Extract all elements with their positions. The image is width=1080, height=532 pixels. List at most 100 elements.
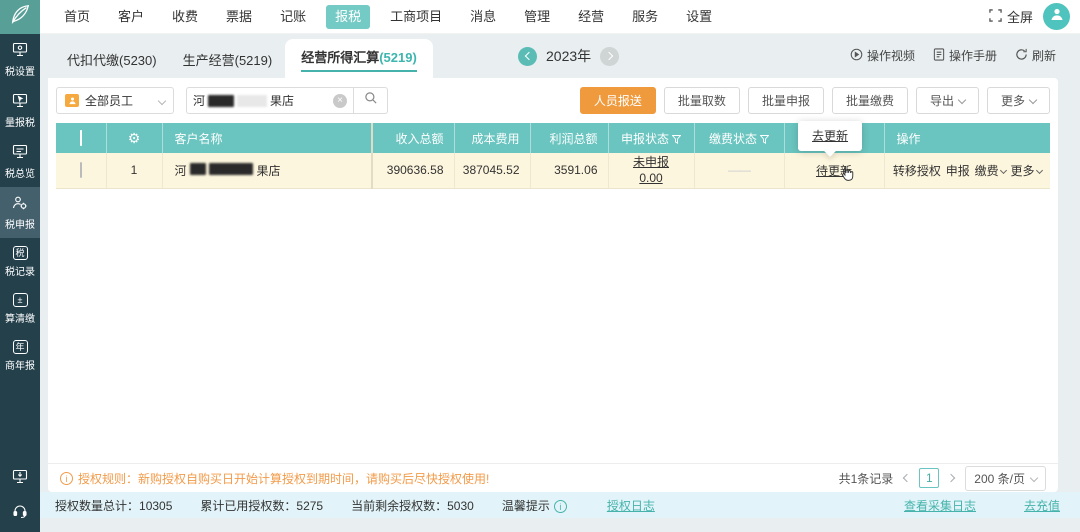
tab-operating-income-settlement[interactable]: 经营所得汇算(5219): [285, 39, 433, 78]
nav-item-settings[interactable]: 设置: [672, 0, 726, 34]
tab-production-operation[interactable]: 生产经营(5219): [170, 41, 286, 78]
nav-item-bookkeeping[interactable]: 记账: [266, 0, 320, 34]
monitor-download-icon[interactable]: [12, 469, 28, 489]
nav-item-tax-active[interactable]: 报税: [326, 4, 371, 29]
year-navigator: 2023年: [518, 46, 620, 66]
fullscreen-icon: [989, 8, 1002, 25]
redacted-text: [208, 94, 235, 107]
select-all-checkbox[interactable]: [79, 130, 82, 146]
gear-icon[interactable]: ⚙: [128, 130, 141, 146]
nav-item-invoices[interactable]: 票据: [212, 0, 266, 34]
sidebar-item-annual-report[interactable]: 年 商年报: [0, 332, 40, 379]
page-number[interactable]: 1: [919, 468, 940, 488]
pay-dropdown-link[interactable]: 缴费: [975, 162, 1007, 179]
recharge-link[interactable]: 去充值: [1024, 497, 1060, 514]
next-year-button[interactable]: [600, 46, 620, 66]
monitor-cursor-icon: [12, 93, 28, 111]
user-avatar[interactable]: [1043, 3, 1070, 30]
nav-item-customers[interactable]: 客户: [104, 0, 158, 34]
sidebar-item-batch-tax[interactable]: 量报税: [0, 85, 40, 136]
nav-item-messages[interactable]: 消息: [456, 0, 510, 34]
calculator-icon: ±: [12, 293, 28, 307]
sidebar-item-tax-settings[interactable]: 税设置: [0, 34, 40, 85]
refresh-button[interactable]: 刷新: [1015, 47, 1056, 64]
sidebar-item-tax-declare[interactable]: 税申报: [0, 187, 40, 238]
info-icon: i: [60, 471, 73, 485]
filter-funnel-icon[interactable]: [759, 133, 770, 147]
operation-video-link[interactable]: 操作视频: [850, 47, 915, 64]
nav-item-fees[interactable]: 收费: [158, 0, 212, 34]
left-sidebar: 税设置 量报税 税总览 税申报 税 税记录 ± 算清缴 年 商年报: [0, 34, 40, 532]
row-index: 1: [106, 153, 163, 189]
authorization-notice: i 授权规则：新购授权自购买日开始计算授权到期时间，请购买后尽快授权使用!: [60, 470, 489, 487]
nav-item-home[interactable]: 首页: [50, 0, 104, 34]
export-button[interactable]: 导出: [915, 87, 979, 114]
declare-amount-link[interactable]: 0.00: [609, 170, 694, 186]
transfer-authorization-link[interactable]: 转移授权: [893, 162, 941, 179]
profit-cell: 3591.06: [530, 153, 609, 189]
operation-manual-link[interactable]: 操作手册: [933, 47, 997, 64]
feather-icon: [9, 3, 31, 30]
row-checkbox[interactable]: [79, 162, 82, 179]
income-cell: 390636.58: [372, 153, 455, 189]
filter-funnel-icon[interactable]: [671, 133, 682, 147]
update-status-cell: 待更新: [784, 153, 885, 189]
sidebar-item-tax-records[interactable]: 税 税记录: [0, 238, 40, 285]
more-button[interactable]: 更多: [986, 87, 1050, 114]
chevron-left-icon: [524, 51, 533, 61]
nav-item-business-projects[interactable]: 工商项目: [376, 0, 456, 34]
notice-bar: i 授权规则：新购授权自购买日开始计算授权到期时间，请购买后尽快授权使用! 共1…: [48, 463, 1058, 492]
auth-total: 授权数量总计：10305: [55, 498, 173, 513]
nav-item-services[interactable]: 服务: [618, 0, 672, 34]
batch-pay-button[interactable]: 批量缴费: [831, 87, 908, 114]
auth-log-link[interactable]: 授权日志: [607, 497, 655, 514]
sidebar-item-settlement[interactable]: ± 算清缴: [0, 285, 40, 332]
collect-log-link[interactable]: 查看采集日志: [904, 497, 976, 514]
tip-label: 温馨提示 i: [502, 497, 567, 514]
operation-cell: 转移授权 申报 缴费 更多: [884, 153, 1050, 189]
row-checkbox-cell: [56, 153, 107, 189]
header-profit: 利润总额: [530, 123, 609, 153]
declare-status-link[interactable]: 未申报: [609, 154, 694, 170]
main-menu: 首页 客户 收费 票据 记账 报税 工商项目 消息 管理 经营 服务 设置: [50, 0, 726, 34]
table-row: 1 河 果店 390636.58 387045.52 3591.06 未申报 0…: [56, 153, 1050, 189]
go-update-tooltip[interactable]: 去更新: [798, 121, 863, 151]
customer-table: 去更新 ⚙ 客户名称 收入总额 成本费用 利润总额 申报状态 缴费状态 操作 1…: [56, 121, 1050, 189]
tax-record-icon: 税: [12, 246, 28, 260]
batch-declare-button[interactable]: 批量申报: [747, 87, 824, 114]
chevron-down-icon: [999, 166, 1007, 174]
tab-withholding[interactable]: 代扣代缴(5230): [54, 41, 170, 78]
monitor-overview-icon: [12, 144, 28, 162]
chevron-left-icon: [903, 473, 912, 483]
search-button[interactable]: [354, 87, 388, 114]
refresh-icon: [1015, 48, 1028, 64]
authorization-footer: 授权数量总计：10305 累计已用授权数：5275 当前剩余授权数：5030 温…: [40, 492, 1080, 518]
more-dropdown-link[interactable]: 更多: [1011, 162, 1043, 179]
person-icon: [1049, 6, 1065, 27]
prev-year-button[interactable]: [518, 46, 537, 66]
auth-used: 累计已用授权数：5275: [200, 498, 324, 513]
batch-fetch-button[interactable]: 批量取数: [663, 87, 740, 114]
info-icon[interactable]: i: [553, 499, 567, 513]
employee-filter-select[interactable]: 全部员工: [56, 87, 174, 114]
nav-item-operations[interactable]: 经营: [564, 0, 618, 34]
page-size-select[interactable]: 200 条/页: [965, 465, 1046, 491]
personnel-send-button[interactable]: 人员报送: [579, 87, 656, 114]
fullscreen-button[interactable]: 全屏: [989, 7, 1033, 26]
auth-remaining: 当前剩余授权数：5030: [351, 498, 474, 513]
next-page-button[interactable]: [947, 473, 956, 483]
content-card: 全部员工 河 果店 × 人员报送 批量取数 批量申报 批量缴费 导出 更多 去更…: [48, 78, 1058, 492]
chevron-right-icon: [947, 473, 956, 483]
customer-name-cell[interactable]: 河 果店: [162, 153, 373, 189]
search-input[interactable]: 河 果店 ×: [186, 87, 354, 114]
sidebar-item-tax-overview[interactable]: 税总览: [0, 136, 40, 187]
prev-page-button[interactable]: [902, 473, 912, 483]
cost-cell: 387045.52: [454, 153, 531, 189]
nav-item-management[interactable]: 管理: [510, 0, 564, 34]
clear-search-icon[interactable]: ×: [333, 93, 347, 108]
headset-icon[interactable]: [12, 503, 28, 524]
hand-cursor-icon: [838, 165, 855, 187]
app-logo[interactable]: [0, 0, 40, 34]
employee-badge-icon: [65, 94, 79, 107]
declare-link[interactable]: 申报: [946, 162, 970, 179]
